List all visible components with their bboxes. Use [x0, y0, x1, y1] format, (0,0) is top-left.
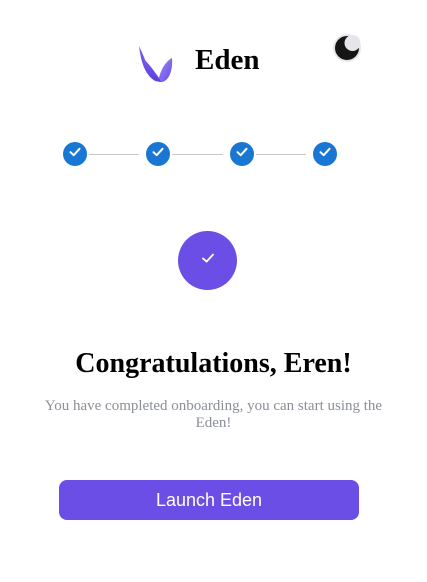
onboarding-stepper — [63, 142, 338, 168]
step-connector — [89, 154, 139, 155]
check-icon — [68, 145, 82, 164]
step-3-complete — [230, 142, 254, 166]
step-connector — [256, 154, 306, 155]
brand-name: Eden — [195, 44, 260, 76]
step-1-complete — [63, 142, 87, 166]
check-icon — [235, 145, 249, 164]
eden-logo-icon — [137, 44, 175, 84]
theme-toggle-button[interactable] — [332, 33, 362, 63]
step-2-complete — [146, 142, 170, 166]
congratulations-title: Congratulations, Eren! — [75, 348, 352, 379]
check-icon — [318, 145, 332, 164]
step-connector — [172, 154, 223, 155]
completion-message: You have completed onboarding, you can s… — [44, 398, 383, 431]
success-badge — [178, 231, 237, 290]
launch-eden-button[interactable]: Launch Eden — [59, 480, 359, 520]
check-icon — [151, 145, 165, 164]
moon-icon — [332, 33, 362, 63]
step-4-complete — [313, 142, 337, 166]
check-icon — [200, 250, 216, 271]
header: Eden — [0, 0, 427, 110]
